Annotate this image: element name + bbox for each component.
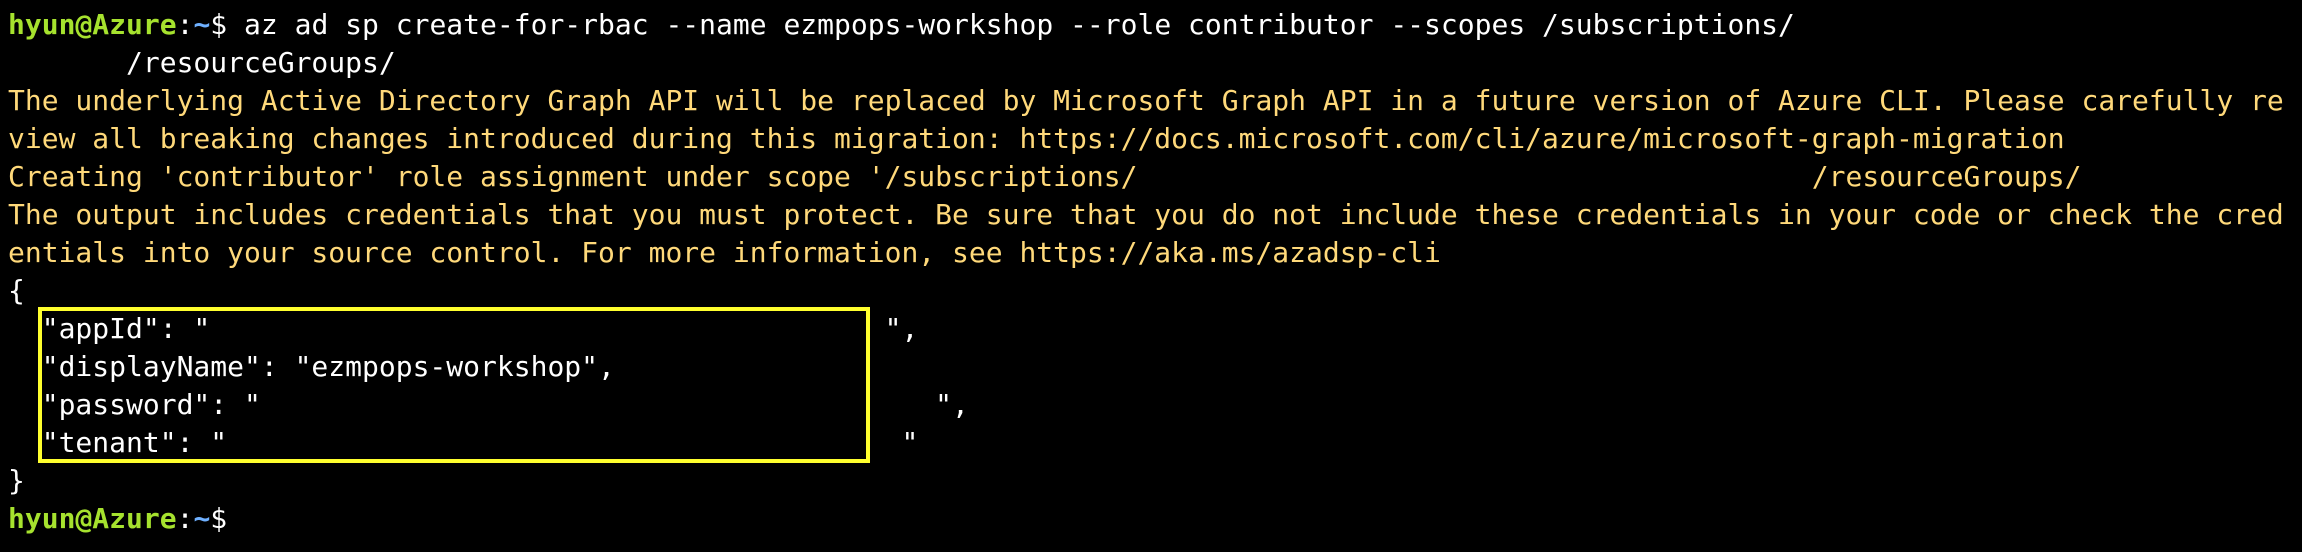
prompt-symbol: $ [210, 502, 228, 535]
prompt-path: ~ [193, 8, 211, 41]
prompt-user-host: hyun@Azure [8, 8, 177, 41]
prompt-separator: : [176, 502, 194, 535]
terminal-window[interactable]: hyun@Azure:~$ az ad sp create-for-rbac -… [0, 0, 2302, 552]
graph-warning-line-1: The underlying Active Directory Graph AP… [8, 84, 2284, 117]
credentials-highlight-box [38, 307, 870, 463]
credentials-warning-line-2: entials into your source control. For mo… [8, 236, 1441, 269]
graph-warning-line-2: view all breaking changes introduced dur… [8, 122, 2065, 155]
json-open-brace: { [8, 274, 25, 307]
command-text: az ad sp create-for-rbac --name ezmpops-… [227, 8, 1795, 41]
prompt-symbol: $ [210, 8, 228, 41]
command-line-1: hyun@Azure:~$ az ad sp create-for-rbac -… [8, 6, 1795, 44]
json-close-brace: } [8, 464, 25, 497]
role-assignment-message: Creating 'contributor' role assignment u… [8, 160, 2302, 193]
credentials-warning-line-1: The output includes credentials that you… [8, 198, 2284, 231]
command-prompt-idle[interactable]: hyun@Azure:~$ [8, 500, 227, 538]
prompt-path: ~ [193, 502, 211, 535]
prompt-separator: : [176, 8, 194, 41]
command-line-2: /resourceGroups/ [8, 46, 396, 79]
prompt-user-host: hyun@Azure [8, 502, 177, 535]
